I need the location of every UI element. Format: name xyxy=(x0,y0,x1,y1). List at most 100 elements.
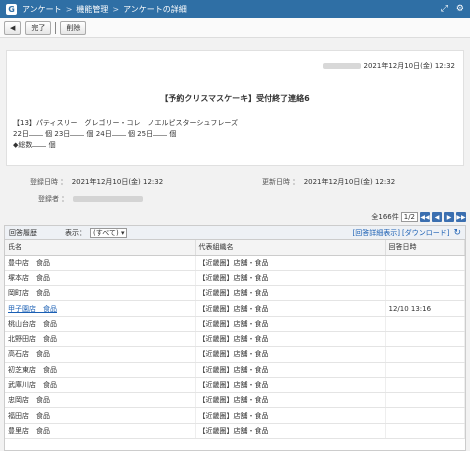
qty-blank xyxy=(153,135,168,136)
unit-label: 個 xyxy=(169,130,177,138)
table-row[interactable]: 武庫川店 食品 【近畿圏】店舗・食品 xyxy=(5,377,465,394)
last-page-icon[interactable]: ▶▶ xyxy=(456,212,466,222)
total-label: ◆総数 xyxy=(13,141,33,149)
row-org: 【近畿圏】店舗・食品 xyxy=(195,407,386,424)
table-row[interactable]: 岡町店 食品 【近畿圏】店舗・食品 xyxy=(5,285,465,302)
page-select[interactable]: 1/2 xyxy=(400,212,418,222)
registered-at: 登録日時 ： 2021年12月10日(金) 12:32 xyxy=(30,177,163,187)
filter-value: (すべて) xyxy=(93,228,119,237)
redacted-text xyxy=(323,63,362,69)
survey-body: 【13】パティスリー グレゴリー・コレ ノエルピスターシュフレーズ 22日 個 … xyxy=(13,118,238,151)
row-date xyxy=(385,362,465,378)
row-date xyxy=(385,270,465,287)
breadcrumb-survey[interactable]: アンケート xyxy=(22,4,62,15)
answer-table: 氏名 代表組織名 回答日時 豊中店 食品 【近畿圏】店舗・食品 塚本店 食品 【近畿圏… xyxy=(5,240,465,440)
filter-label: 表示： xyxy=(65,228,86,237)
table-row[interactable]: 北野田店 食品 【近畿圏】店舗・食品 xyxy=(5,331,465,348)
expand-icon[interactable]: ⤢ xyxy=(441,4,448,14)
next-page-icon[interactable]: ▶ xyxy=(444,212,454,222)
row-name: 桃山台店 食品 xyxy=(5,316,196,332)
prev-page-icon[interactable]: ◀ xyxy=(432,212,442,222)
back-button[interactable]: ◀ xyxy=(4,20,22,35)
pager: 全166件 1/2 ◀◀ ◀ ▶ ▶▶ xyxy=(371,212,466,222)
table-row[interactable]: 高石店 食品 【近畿圏】店舗・食品 xyxy=(5,346,465,363)
unit-label: 個 xyxy=(86,130,94,138)
row-name: 豊里店 食品 xyxy=(5,423,196,440)
row-org: 【近畿圏】店舗・食品 xyxy=(195,316,386,332)
redacted-text xyxy=(72,196,143,202)
breadcrumb-separator: > xyxy=(65,4,73,14)
row-name: 北野田店 食品 xyxy=(5,331,196,348)
unit-label: 個 xyxy=(48,141,56,149)
meta-section: 登録日時 ： 2021年12月10日(金) 12:32 更新日時 ： 2021年… xyxy=(0,172,470,208)
day-25: 25日 xyxy=(137,130,154,138)
qty-blank xyxy=(32,146,47,147)
row-name: 豊中店 食品 xyxy=(5,255,196,271)
breadcrumb-separator: > xyxy=(112,4,120,14)
page-value: 1/2 xyxy=(403,213,415,221)
table-row[interactable]: 塚本店 食品 【近畿圏】店舗・食品 xyxy=(5,270,465,287)
row-date xyxy=(385,377,465,394)
table-row[interactable]: 忠岡店 食品 【近畿圏】店舗・食品 xyxy=(5,392,465,409)
card-date: 2021年12月10日(金) 12:32 xyxy=(363,62,456,70)
row-name: 塚本店 食品 xyxy=(5,270,196,287)
survey-date-line: 22日 個 23日 個 24日 個 25日 個 xyxy=(13,129,238,140)
table-row[interactable]: 豊中店 食品 【近畿圏】店舗・食品 xyxy=(5,255,465,271)
row-name: 忠岡店 食品 xyxy=(5,392,196,409)
download-link[interactable]: [ダウンロード] xyxy=(402,228,449,238)
back-icon: ◀ xyxy=(10,23,16,32)
answer-detail-link[interactable]: [回答詳細表示] xyxy=(353,228,400,238)
complete-label: 完了 xyxy=(31,23,46,32)
row-name: 岡町店 食品 xyxy=(5,285,196,302)
complete-button[interactable]: 完了 xyxy=(25,20,52,35)
registered-by-label: 登録者 ： xyxy=(38,195,69,203)
col-date[interactable]: 回答日時 xyxy=(385,240,465,256)
table-row[interactable]: 桃山台店 食品 【近畿圏】店舗・食品 xyxy=(5,316,465,332)
row-org: 【近畿圏】店舗・食品 xyxy=(195,331,386,348)
updated-at: 更新日時 ： 2021年12月10日(金) 12:32 xyxy=(262,177,395,187)
delete-label: 削除 xyxy=(66,23,81,32)
total-count: 全166件 xyxy=(371,213,399,221)
row-date xyxy=(385,285,465,302)
table-row[interactable]: 甲子園店 食品 【近畿圏】店舗・食品 12/10 13:16 xyxy=(5,300,465,317)
col-name[interactable]: 氏名 xyxy=(5,240,196,256)
row-org: 【近畿圏】店舗・食品 xyxy=(195,392,386,409)
row-name: 武庫川店 食品 xyxy=(5,377,196,394)
row-org: 【近畿圏】店舗・食品 xyxy=(195,285,386,302)
refresh-icon[interactable]: ↻ xyxy=(453,228,461,238)
toolbar-divider xyxy=(55,21,57,34)
unit-label: 個 xyxy=(45,130,53,138)
updated-label: 更新日時 ： xyxy=(262,178,300,186)
day-23: 23日 xyxy=(54,130,71,138)
panel-header: 回答履歴 表示： (すべて) ▾ [回答詳細表示] [ダウンロード] ↻ xyxy=(5,226,465,240)
survey-item-line: 【13】パティスリー グレゴリー・コレ ノエルピスターシュフレーズ xyxy=(13,119,238,127)
registered-label: 登録日時 ： xyxy=(30,178,68,186)
row-name: 福田店 食品 xyxy=(5,407,196,424)
table-row[interactable]: 豊里店 食品 【近畿圏】店舗・食品 xyxy=(5,423,465,440)
row-org: 【近畿圏】店舗・食品 xyxy=(195,270,386,287)
table-row[interactable]: 初芝東店 食品 【近畿圏】店舗・食品 xyxy=(5,362,465,378)
app-icon: G xyxy=(6,3,17,15)
breadcrumb-detail: アンケートの詳細 xyxy=(123,4,187,14)
table-header-row: 氏名 代表組織名 回答日時 xyxy=(5,240,465,256)
row-org: 【近畿圏】店舗・食品 xyxy=(195,255,386,271)
survey-content-card: 2021年12月10日(金) 12:32 【予約クリスマスケーキ】受付終了連絡6… xyxy=(6,50,464,166)
filter-select[interactable]: (すべて) ▾ xyxy=(90,227,128,238)
settings-icon[interactable]: ⚙ xyxy=(456,4,464,14)
first-page-icon[interactable]: ◀◀ xyxy=(420,212,430,222)
updated-value: 2021年12月10日(金) 12:32 xyxy=(303,178,396,186)
table-row[interactable]: 福田店 食品 【近畿圏】店舗・食品 xyxy=(5,407,465,424)
answer-history-panel: 回答履歴 表示： (すべて) ▾ [回答詳細表示] [ダウンロード] ↻ 氏名 … xyxy=(4,225,466,451)
delete-button[interactable]: 削除 xyxy=(60,20,87,35)
col-org[interactable]: 代表組織名 xyxy=(195,240,386,256)
qty-blank xyxy=(70,135,85,136)
row-org: 【近畿圏】店舗・食品 xyxy=(195,423,386,440)
breadcrumb-admin[interactable]: 機能管理 xyxy=(76,4,108,15)
row-date: 12/10 13:16 xyxy=(385,300,465,317)
survey-total-line: ◆総数 個 xyxy=(13,140,238,151)
toolbar: ◀ 完了 削除 xyxy=(0,18,470,38)
row-name[interactable]: 甲子園店 食品 xyxy=(5,300,196,317)
qty-blank xyxy=(111,135,126,136)
row-org: 【近畿圏】店舗・食品 xyxy=(195,300,386,317)
row-date xyxy=(385,423,465,440)
